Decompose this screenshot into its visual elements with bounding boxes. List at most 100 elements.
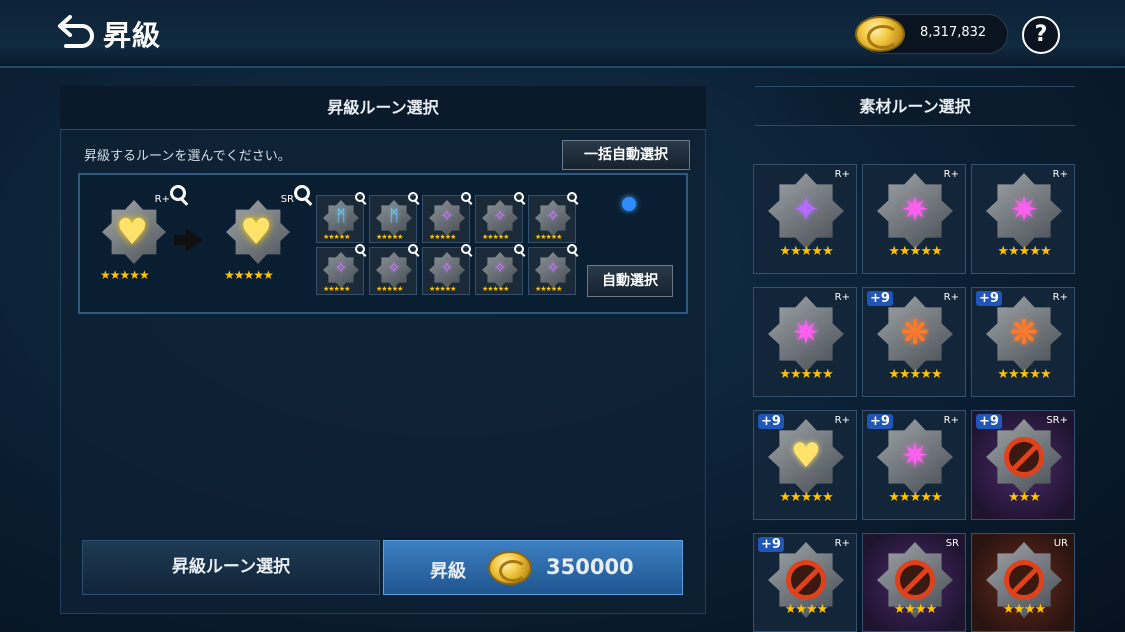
page-title: 昇級	[103, 19, 162, 52]
zoom-icon[interactable]	[170, 185, 186, 201]
zoom-icon[interactable]	[294, 185, 310, 201]
locked-rune-icon	[786, 560, 826, 600]
rune-stars: ★★★★★	[482, 233, 509, 241]
zoom-icon[interactable]	[461, 244, 471, 254]
rune-stars: ★★★★★	[779, 367, 833, 382]
rune-grade: R+	[834, 292, 850, 303]
material-slot[interactable]: ✧ ★★★★★	[422, 244, 471, 295]
upgrade-panel-title: 昇級ルーン選択	[60, 86, 706, 130]
rune-stars: ★★★★★	[429, 285, 456, 293]
rune-gem-icon: ᛗ	[389, 206, 399, 225]
material-slot[interactable]: ✧ ★★★★★	[528, 244, 577, 295]
rune-stars: ★★★★★	[376, 285, 403, 293]
rune-gem-icon: ❋	[900, 313, 930, 353]
heart-gem-icon: ♥	[240, 212, 273, 253]
material-slot[interactable]: ᛗ ★★★★★	[316, 192, 365, 243]
rune-grade: R+	[834, 169, 850, 180]
upgrade-cost: 350000	[546, 555, 634, 579]
material-rune-card[interactable]: ❋ R+ +9 ★★★★★	[862, 287, 966, 397]
material-rune-card[interactable]: ✷ R+ ★★★★★	[971, 164, 1075, 274]
rune-stars: ★★★★★	[779, 244, 833, 259]
enhance-level-badge: +9	[867, 414, 893, 429]
material-slot[interactable]: ✧ ★★★★★	[475, 192, 524, 243]
enhance-level-badge: +9	[976, 414, 1002, 429]
material-rune-card[interactable]: ✷ R+ ★★★★★	[753, 287, 857, 397]
rune-stars: ★★★★★	[888, 490, 942, 505]
rune-grade: UR	[1053, 538, 1068, 549]
material-slot[interactable]: ᛗ ★★★★★	[369, 192, 418, 243]
rune-stars: ★★★★★	[429, 233, 456, 241]
heart-gem-icon: ♥	[116, 212, 149, 253]
rune-stars: ★★★★	[1002, 602, 1047, 617]
material-rune-card[interactable]: UR ★★★★	[971, 533, 1075, 632]
zoom-icon[interactable]	[461, 192, 471, 202]
enhance-level-badge: +9	[867, 291, 893, 306]
rune-gem-icon: ♥	[790, 436, 822, 476]
locked-rune-icon	[1004, 560, 1044, 600]
upgrade-button[interactable]: 昇級 350000	[383, 540, 683, 595]
auto-select-button[interactable]: 自動選択	[587, 265, 673, 297]
status-indicator	[622, 197, 636, 211]
auto-select-all-button[interactable]: 一括自動選択	[562, 140, 690, 170]
rune-grade: R+	[943, 292, 959, 303]
upgrade-button-label: 昇級	[430, 561, 466, 582]
material-rune-card[interactable]: ✷ R+ +9 ★★★★★	[862, 410, 966, 520]
rune-gem-icon: ᛗ	[336, 206, 346, 225]
material-panel-title: 素材ルーン選択	[755, 86, 1075, 126]
rune-stars: ★★★★	[784, 602, 829, 617]
back-button[interactable]	[56, 14, 96, 50]
material-slot[interactable]: ✧ ★★★★★	[369, 244, 418, 295]
rune-stars: ★★★★★	[323, 285, 350, 293]
material-rune-card[interactable]: ❋ R+ +9 ★★★★★	[971, 287, 1075, 397]
rune-stars: ★★★★	[893, 602, 938, 617]
rune-gem-icon: ❋	[1009, 313, 1039, 353]
rune-gem-icon: ✧	[334, 258, 348, 277]
rune-gem-icon: ✧	[440, 206, 454, 225]
material-rune-card[interactable]: SR ★★★★	[862, 533, 966, 632]
material-slot[interactable]: ✧ ★★★★★	[528, 192, 577, 243]
material-slot[interactable]: ✧ ★★★★★	[475, 244, 524, 295]
rune-grade: R+	[1052, 169, 1068, 180]
rune-stars: ★★★★★	[997, 367, 1051, 382]
current-rune[interactable]: ♥ R+ ★★★★★	[94, 190, 174, 284]
rune-gem-icon: ✧	[546, 258, 560, 277]
rune-grade: R+	[1052, 292, 1068, 303]
rune-gem-icon: ✧	[493, 206, 507, 225]
rune-stars: ★★★	[1008, 490, 1041, 505]
zoom-icon[interactable]	[567, 244, 577, 254]
rune-gem-icon: ✧	[440, 258, 454, 277]
material-rune-card[interactable]: ✷ R+ ★★★★★	[862, 164, 966, 274]
rune-grade: R+	[943, 169, 959, 180]
rune-gem-icon: ✷	[1009, 190, 1039, 230]
rune-stars: ★★★★★	[779, 490, 833, 505]
material-slot[interactable]: ✧ ★★★★★	[316, 244, 365, 295]
enhance-level-badge: +9	[976, 291, 1002, 306]
rune-stars: ★★★★★	[888, 367, 942, 382]
rune-grade: R+	[943, 415, 959, 426]
material-rune-card[interactable]: SR+ +9 ★★★	[971, 410, 1075, 520]
zoom-icon[interactable]	[408, 192, 418, 202]
rune-stars: ★★★★★	[482, 285, 509, 293]
rune-gem-icon: ✷	[900, 190, 930, 230]
zoom-icon[interactable]	[567, 192, 577, 202]
material-rune-card[interactable]: ✦ R+ ★★★★★	[753, 164, 857, 274]
rune-stars: ★★★★★	[888, 244, 942, 259]
zoom-icon[interactable]	[355, 244, 365, 254]
zoom-icon[interactable]	[514, 192, 524, 202]
target-rune[interactable]: ♥ SR ★★★★★	[218, 190, 298, 284]
rune-stars: ★★★★★	[323, 233, 350, 241]
material-rune-card[interactable]: R+ +9 ★★★★	[753, 533, 857, 632]
select-upgrade-rune-button[interactable]: 昇級ルーン選択	[82, 540, 380, 595]
rune-grade: SR+	[1046, 415, 1068, 426]
rune-grade: SR	[945, 538, 959, 549]
material-slot[interactable]: ✧ ★★★★★	[422, 192, 471, 243]
zoom-icon[interactable]	[408, 244, 418, 254]
zoom-icon[interactable]	[355, 192, 365, 202]
rune-gem-icon: ✧	[493, 258, 507, 277]
material-rune-card[interactable]: ♥ R+ +9 ★★★★★	[753, 410, 857, 520]
rune-gem-icon: ✷	[900, 436, 930, 476]
rune-gem-icon: ✧	[387, 258, 401, 277]
help-button[interactable]: ?	[1022, 16, 1060, 54]
rune-stars: ★★★★★	[535, 233, 562, 241]
zoom-icon[interactable]	[514, 244, 524, 254]
